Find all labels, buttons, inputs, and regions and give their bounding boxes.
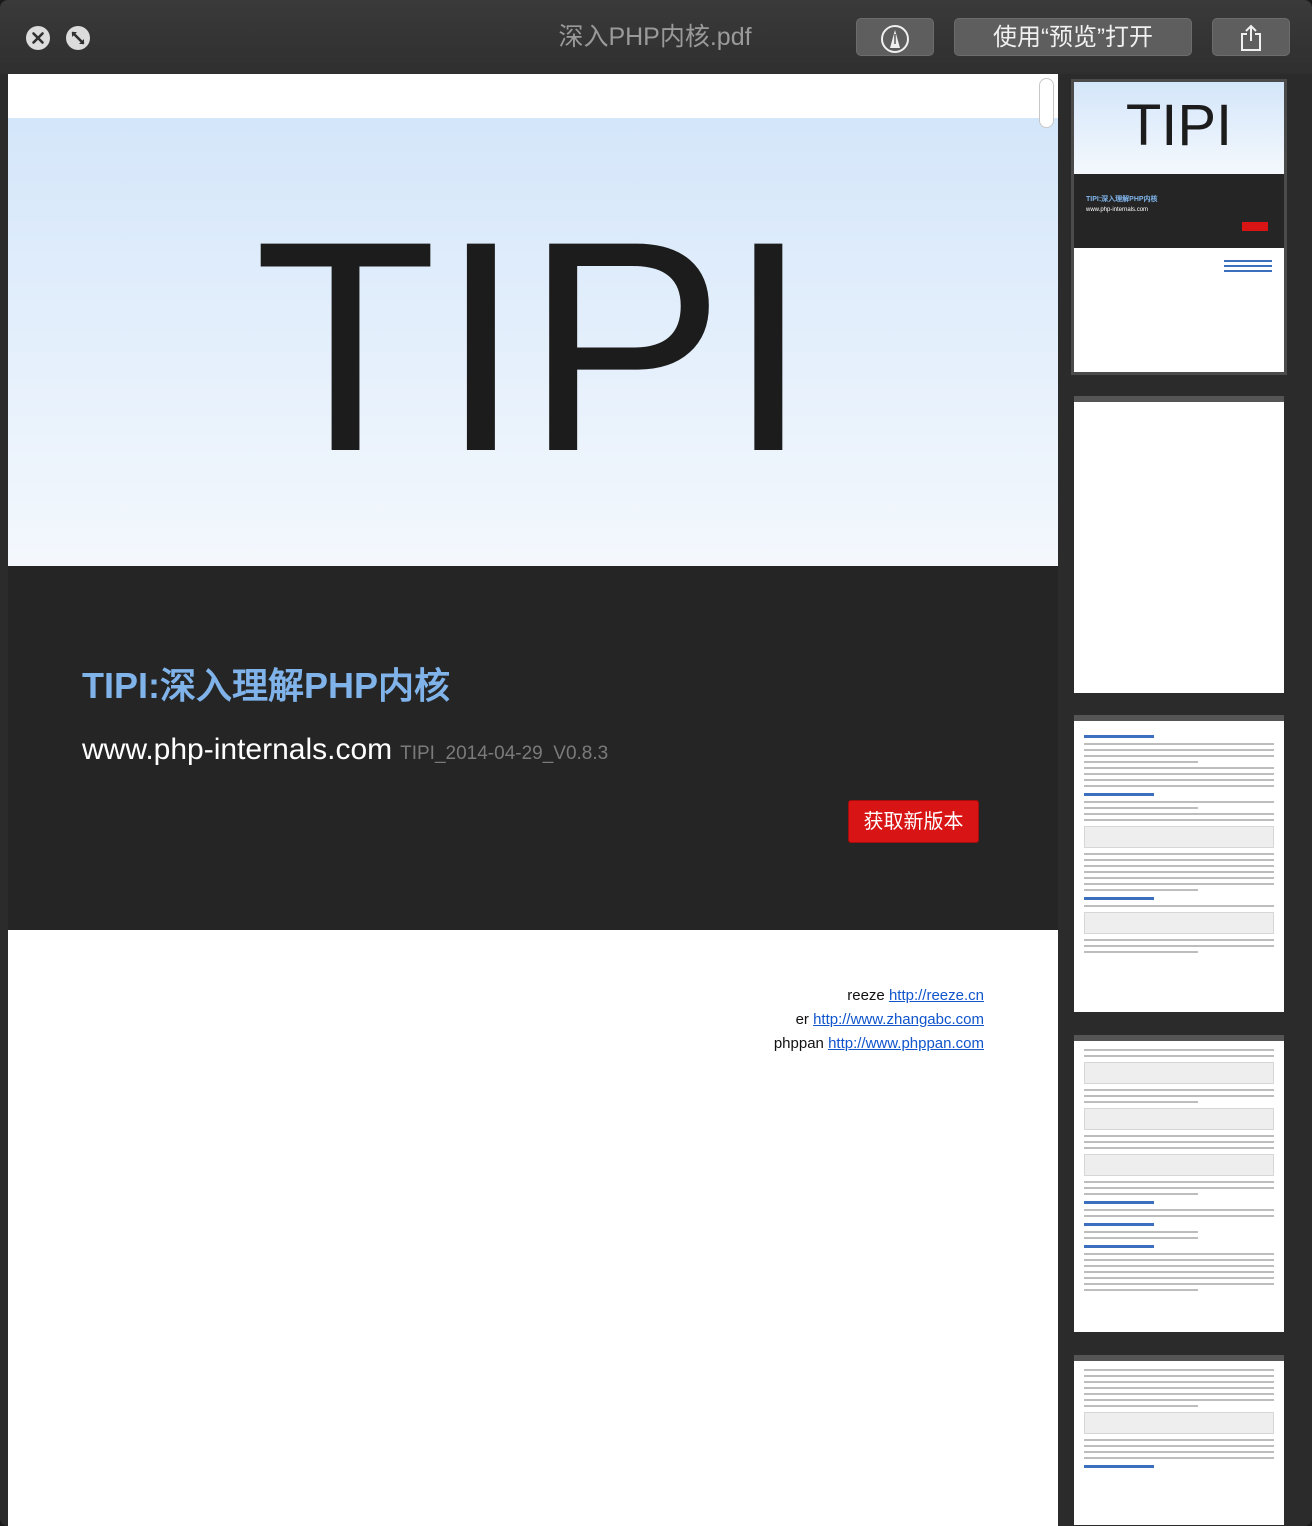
window-title: 深入PHP内核.pdf [558, 23, 752, 51]
page-thumbnail-3[interactable] [1074, 715, 1284, 1012]
open-with-preview-button[interactable]: 使用“预览”打开 [954, 18, 1192, 56]
thumb-red-button [1242, 222, 1268, 231]
version-label: TIPI_2014-04-29_V0.8.3 [400, 743, 609, 764]
thumb-header [1074, 396, 1284, 402]
author-link[interactable]: http://www.phppan.com [828, 1035, 984, 1052]
exit-fullscreen-button[interactable] [66, 26, 90, 50]
share-button[interactable] [1212, 18, 1290, 56]
page-thumbnail-4[interactable] [1074, 1035, 1284, 1332]
pdf-page-view[interactable]: TIPI TIPI:深入理解PHP内核 www.php-internals.co… [8, 74, 1058, 1526]
vertical-scrollbar[interactable] [1039, 78, 1054, 128]
page-thumbnail-2[interactable] [1074, 396, 1284, 693]
thumb-title: TIPI [1125, 93, 1233, 158]
shrink-arrows-icon [71, 31, 85, 45]
thumb-header [1074, 1035, 1284, 1041]
author-row: er http://www.zhangabc.com [774, 1008, 984, 1032]
author-row: reeze http://reeze.cn [774, 984, 984, 1008]
site-url: www.php-internals.com TIPI_2014-04-29_V0.… [82, 730, 608, 774]
page-thumbnail-1[interactable]: TIPI TIPI:深入理解PHP内核 www.php-internals.co… [1071, 79, 1287, 375]
authors-list: reeze http://reeze.cn er http://www.zhan… [774, 984, 984, 1056]
cover-info-band: TIPI:深入理解PHP内核 www.php-internals.com TIPI… [8, 566, 1058, 930]
thumb-dark-band: TIPI:深入理解PHP内核 www.php-internals.com [1074, 174, 1284, 248]
share-icon [1241, 24, 1261, 51]
thumbnail-sidebar: TIPI TIPI:深入理解PHP内核 www.php-internals.co… [1058, 74, 1312, 1526]
author-name: er [795, 1011, 809, 1028]
thumb-author-lines [1224, 260, 1272, 275]
get-new-version-button[interactable]: 获取新版本 [848, 800, 979, 843]
page-thumbnail-5[interactable] [1074, 1355, 1284, 1525]
thumb-header [1074, 715, 1284, 721]
quicklook-window: 深入PHP内核.pdf 使用“预览”打开 TIPI TIPI:深入理解PHP内核 [0, 0, 1312, 1526]
cover-title: TIPI [253, 178, 813, 514]
thumb-book-title: TIPI:深入理解PHP内核 [1086, 196, 1158, 203]
thumb-url: www.php-internals.com [1086, 207, 1149, 213]
thumb-hero: TIPI [1074, 82, 1284, 174]
site-url-text: www.php-internals.com [82, 733, 393, 766]
title-bar: 深入PHP内核.pdf 使用“预览”打开 [0, 0, 1312, 74]
book-title: TIPI:深入理解PHP内核 [82, 665, 451, 706]
page-top-margin [8, 74, 1058, 118]
thumb-text-lines [1084, 1049, 1274, 1295]
author-name: reeze [847, 987, 885, 1004]
markup-button[interactable] [856, 18, 934, 56]
author-link[interactable]: http://www.zhangabc.com [813, 1011, 984, 1028]
markup-icon [881, 25, 909, 53]
author-link[interactable]: http://reeze.cn [889, 987, 984, 1004]
author-row: phppan http://www.phppan.com [774, 1032, 984, 1056]
thumb-header [1074, 1355, 1284, 1361]
thumb-text-lines [1084, 729, 1274, 957]
cover-hero: TIPI [8, 118, 1058, 566]
author-name: phppan [773, 1035, 824, 1052]
close-icon [32, 32, 44, 44]
thumb-text-lines [1084, 1369, 1274, 1473]
close-button[interactable] [26, 26, 50, 50]
